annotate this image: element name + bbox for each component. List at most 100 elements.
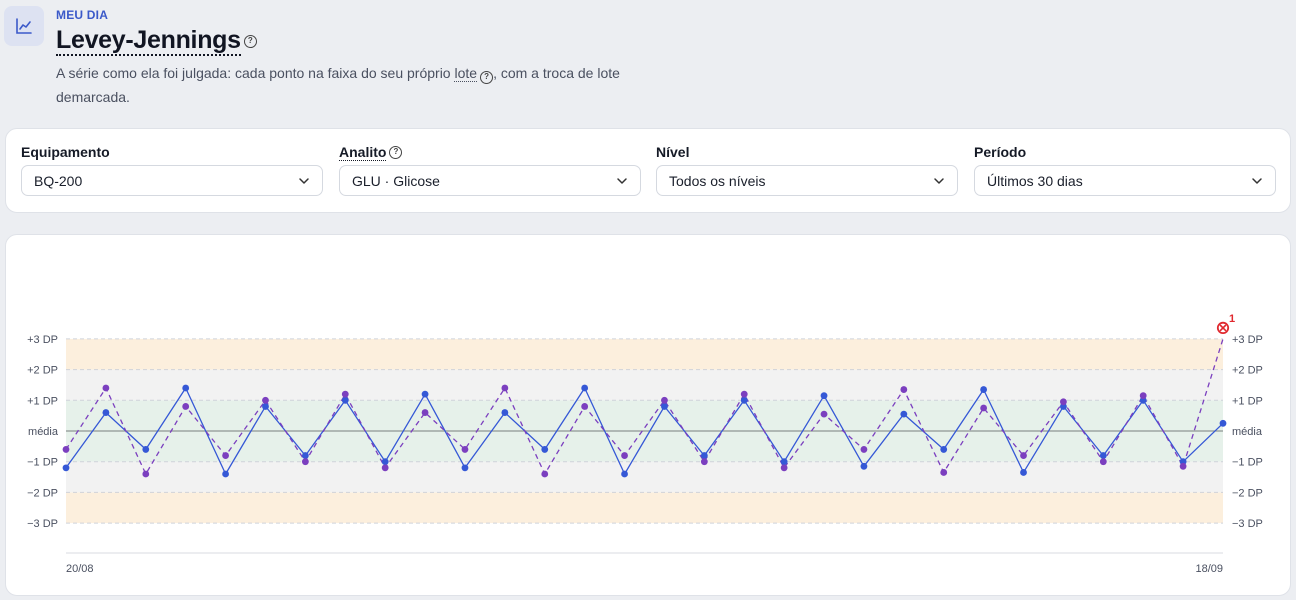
y-tick-label-right: média: [1232, 426, 1263, 438]
data-point: [381, 464, 389, 472]
data-point: [262, 403, 269, 410]
data-point: [1099, 452, 1107, 459]
data-point: [661, 403, 668, 410]
lote-term[interactable]: lote: [454, 65, 478, 82]
x-tick-label-start: 20/08: [66, 563, 94, 575]
data-point: [142, 470, 150, 478]
analito-label[interactable]: Analito: [339, 144, 387, 161]
filter-periodo: Período Últimos 30 dias: [974, 143, 1276, 196]
filter-analito: Analito ? GLU · Glicose: [339, 143, 641, 196]
help-circle-icon[interactable]: ?: [243, 34, 257, 48]
y-tick-label-left: −1 DP: [27, 457, 58, 469]
data-point: [222, 452, 229, 459]
page-title[interactable]: Levey-Jennings: [56, 26, 241, 56]
levey-jennings-chart: +3 DP +3 DP +2 DP +2 DP +1 DP +1 DP média média…: [27, 313, 1263, 575]
data-point: [1060, 398, 1067, 406]
data-point: [1020, 452, 1027, 459]
violation-rule-label: 1: [1229, 313, 1235, 325]
data-point: [182, 403, 190, 410]
data-point: [700, 458, 708, 466]
y-tick-label-right: −2 DP: [1232, 487, 1263, 499]
data-point: [621, 470, 628, 478]
y-tick-label-right: −3 DP: [1232, 518, 1263, 530]
violation-marker: 1: [1216, 313, 1235, 334]
data-point: [740, 396, 748, 404]
analito-select[interactable]: GLU · Glicose: [339, 165, 641, 196]
data-point: [1020, 469, 1027, 476]
data-point: [980, 404, 988, 412]
line-chart-icon: [4, 6, 44, 46]
page-subtitle: A série como ela foi julgada: cada ponto…: [56, 61, 646, 109]
data-point: [421, 409, 429, 416]
data-point: [860, 446, 868, 453]
subtitle-text: A série como ela foi julgada: cada ponto…: [56, 65, 455, 81]
y-tick-label-right: −1 DP: [1232, 457, 1263, 469]
select-value: Últimos 30 dias: [987, 172, 1083, 189]
data-point: [900, 410, 908, 418]
data-point: [820, 392, 828, 400]
chevron-down-icon: [299, 177, 309, 184]
data-point: [62, 464, 70, 472]
help-circle-icon[interactable]: ?: [480, 70, 494, 84]
data-point: [661, 396, 668, 404]
data-point: [222, 470, 229, 478]
y-tick-label-left: −2 DP: [27, 487, 58, 499]
data-point: [1179, 462, 1187, 470]
data-point: [1099, 458, 1107, 466]
page-header: MEU DIA Levey-Jennings ? A série como el…: [0, 0, 1296, 118]
y-tick-label-left: +2 DP: [27, 365, 58, 377]
data-point: [62, 446, 70, 453]
data-point: [501, 409, 509, 416]
data-point: [461, 446, 469, 453]
data-point: [1219, 419, 1227, 427]
data-point: [461, 464, 469, 472]
filter-label: Período: [974, 144, 1027, 160]
data-point: [621, 452, 628, 459]
filters-card: Equipamento BQ-200 Analito ? GLU · Glico…: [5, 128, 1291, 213]
band-plus-3sd: [66, 338, 1223, 370]
nivel-select[interactable]: Todos os níveis: [656, 165, 958, 196]
y-tick-label-left: +3 DP: [27, 334, 58, 346]
y-tick-label-right: +1 DP: [1232, 395, 1263, 407]
x-tick-label-end: 18/09: [1195, 563, 1223, 575]
band-minus-2sd: [66, 461, 1223, 493]
filter-nivel: Nível Todos os níveis: [656, 143, 958, 196]
data-point: [940, 446, 948, 453]
select-value: Todos os níveis: [669, 172, 766, 189]
y-tick-label-left: +1 DP: [27, 395, 58, 407]
levey-jennings-chart-card: +3 DP +3 DP +2 DP +2 DP +1 DP +1 DP média média…: [5, 234, 1291, 596]
data-point: [341, 390, 349, 398]
chevron-down-icon: [617, 177, 627, 184]
data-point: [421, 390, 429, 398]
data-point: [940, 469, 948, 476]
data-point: [900, 386, 908, 393]
y-tick-label-left: −3 DP: [27, 518, 58, 530]
help-circle-icon[interactable]: ?: [389, 145, 403, 159]
periodo-select[interactable]: Últimos 30 dias: [974, 165, 1276, 196]
select-value: BQ-200: [34, 172, 83, 189]
band-minus-3sd: [66, 492, 1223, 524]
chevron-down-icon: [1252, 177, 1262, 184]
data-point: [820, 410, 828, 418]
data-point: [102, 409, 110, 416]
data-point: [301, 458, 309, 466]
equipamento-select[interactable]: BQ-200: [21, 165, 323, 196]
data-point: [182, 384, 190, 392]
data-point: [541, 446, 549, 453]
data-point: [860, 462, 868, 470]
select-value: GLU · Glicose: [352, 172, 440, 189]
data-point: [541, 470, 549, 478]
filter-label: Analito ?: [339, 143, 641, 161]
data-point: [980, 386, 988, 393]
data-point: [142, 446, 150, 453]
filter-label: Nível: [656, 144, 690, 160]
filter-label: Equipamento: [21, 144, 110, 160]
data-point: [780, 464, 788, 472]
data-point: [262, 396, 269, 404]
data-point: [740, 390, 748, 398]
data-point: [581, 403, 589, 410]
y-tick-label-right: +3 DP: [1232, 334, 1263, 346]
page-eyebrow: MEU DIA: [56, 8, 109, 22]
data-point: [581, 384, 589, 392]
chevron-down-icon: [934, 177, 944, 184]
